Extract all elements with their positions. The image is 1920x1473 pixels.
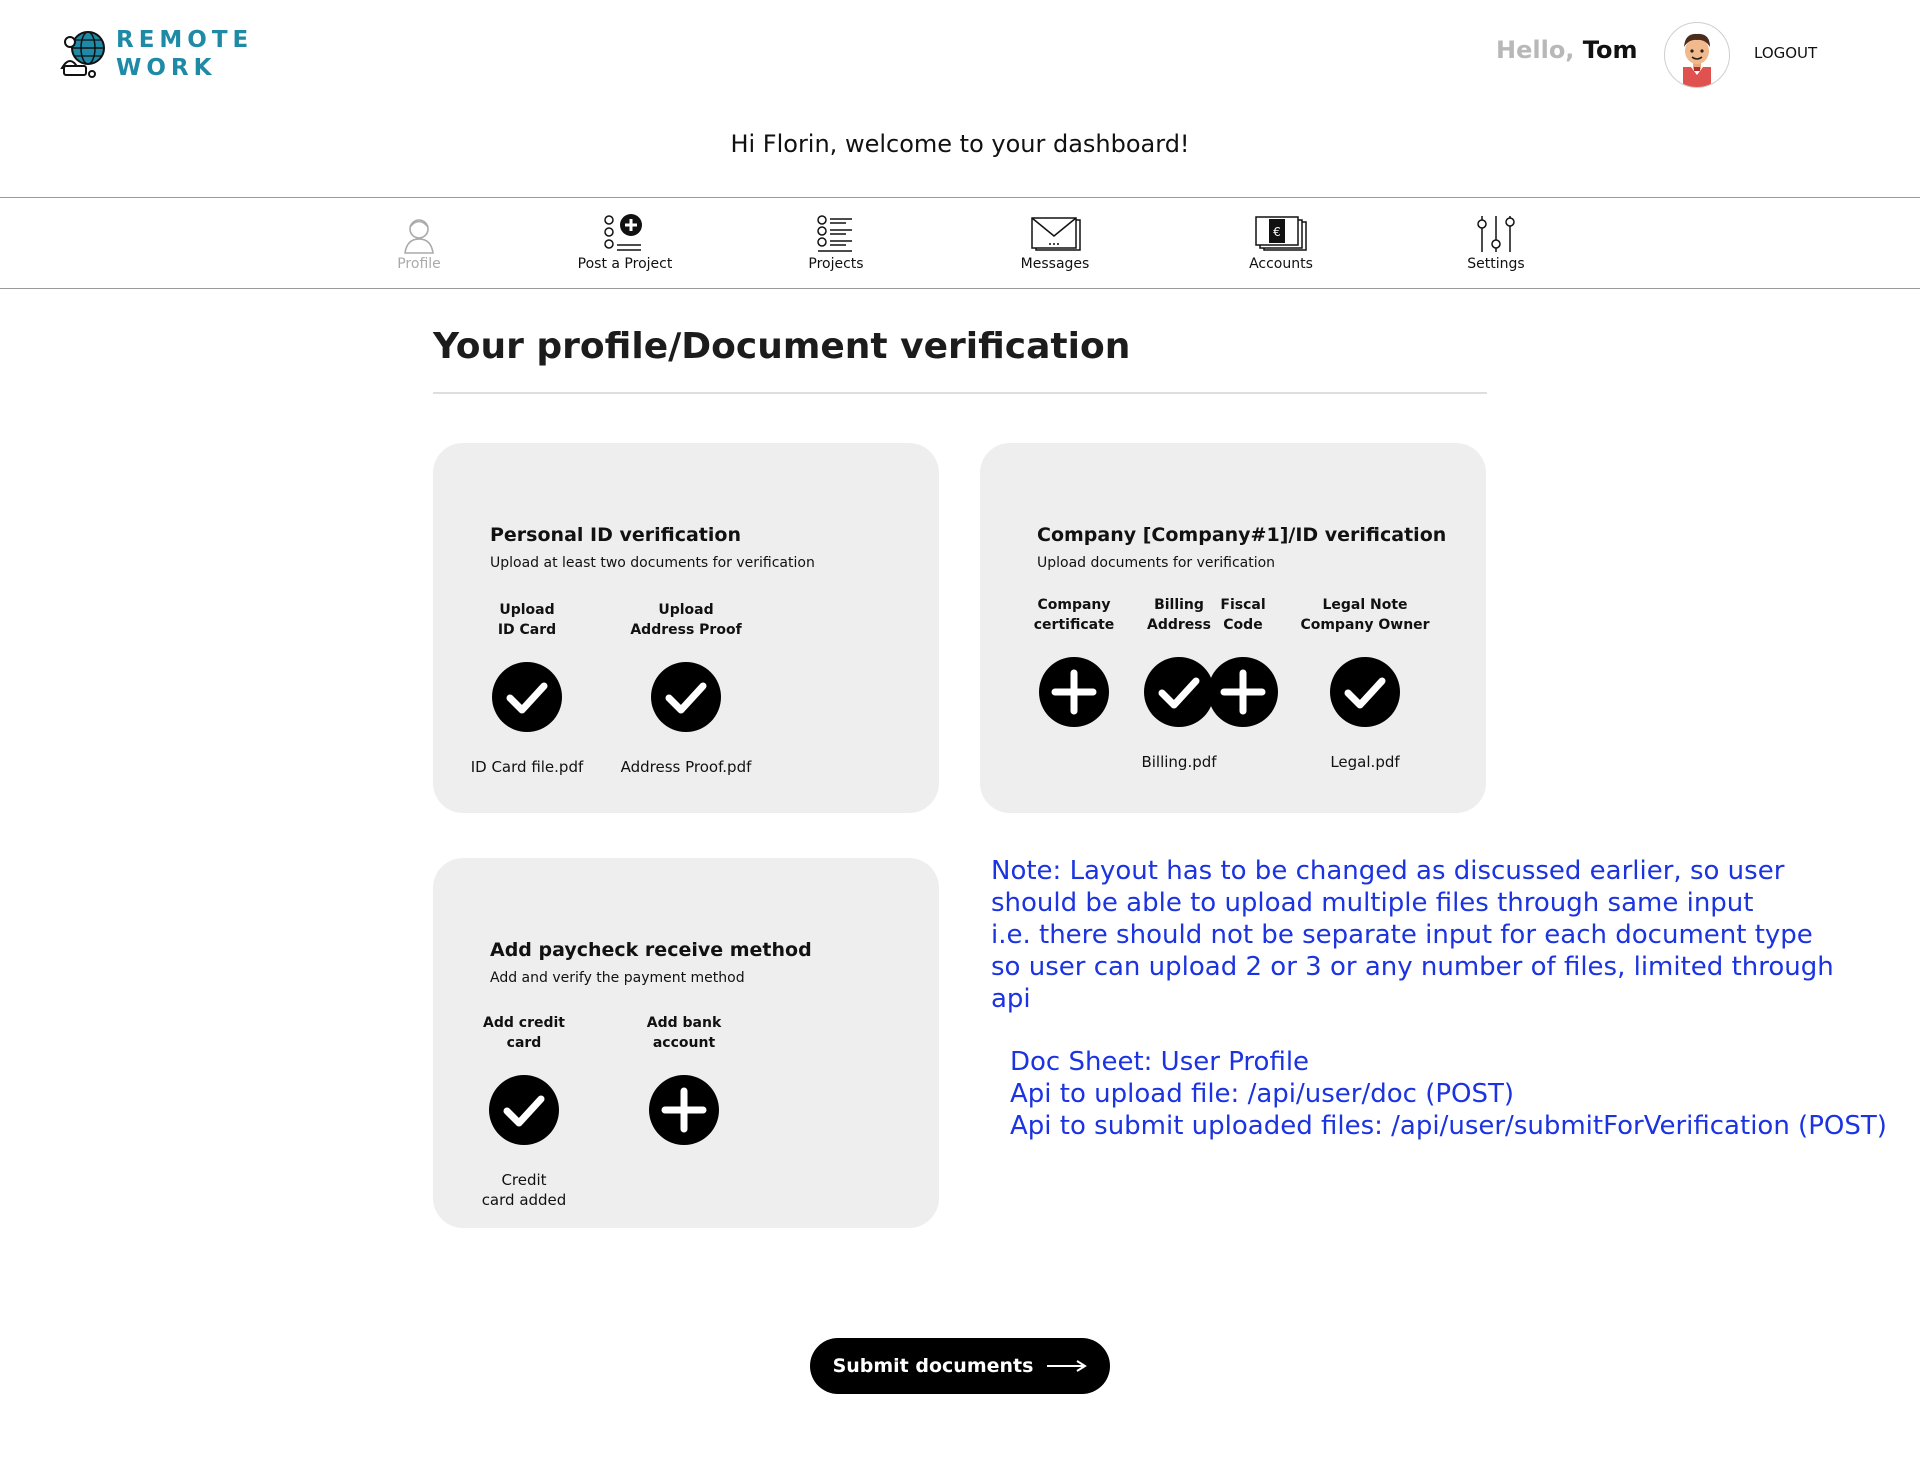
settings-icon	[1477, 216, 1515, 252]
file-name: Address Proof.pdf	[620, 758, 752, 776]
company-card-subtitle: Upload documents for verification	[1037, 555, 1276, 571]
accounts-icon: €	[1255, 216, 1307, 251]
api-line: Doc Sheet: User Profile	[1010, 1047, 1310, 1077]
globe-logo-icon	[60, 31, 105, 78]
upload-fiscal-code: Fiscal Code	[1203, 595, 1283, 772]
user-avatar-icon	[1683, 33, 1711, 87]
submit-label: Submit documents	[832, 1355, 1034, 1377]
api-line: Api to upload file: /api/user/doc (POST)	[1010, 1079, 1515, 1109]
check-circle-icon[interactable]	[1330, 657, 1400, 727]
user-name: Tom	[1582, 36, 1638, 64]
nav-label-projects: Projects	[808, 256, 864, 272]
submit-documents-button[interactable]: Submit documents	[810, 1338, 1110, 1394]
main-nav: Profile Post a Project Projects Messages…	[0, 197, 1920, 289]
add-circle-icon[interactable]	[649, 1075, 719, 1145]
personal-card-subtitle: Upload at least two documents for verifi…	[490, 555, 815, 571]
nav-messages[interactable]: Messages	[985, 214, 1125, 272]
file-name	[1203, 752, 1283, 772]
arrow-right-icon	[1047, 1360, 1088, 1372]
note-line: Note: Layout has to be changed as discus…	[991, 856, 1785, 886]
upload-label: Legal Note Company Owner	[1300, 597, 1430, 633]
paycheck-card-title: Add paycheck receive method	[490, 939, 812, 961]
upload-label: Fiscal Code	[1220, 597, 1266, 633]
nav-post-project[interactable]: Post a Project	[555, 214, 695, 272]
nav-profile[interactable]: Profile	[349, 214, 489, 272]
greeting: Hello, Tom	[1496, 36, 1637, 64]
nav-accounts[interactable]: € Accounts	[1211, 214, 1351, 272]
upload-label: Upload ID Card	[497, 602, 557, 638]
add-bank-account: Add bank account	[599, 1013, 769, 1190]
title-divider	[433, 392, 1487, 394]
nav-label-messages: Messages	[1020, 256, 1090, 272]
logout-link[interactable]: LOGOUT	[1754, 44, 1817, 62]
logo-line1: REMOTE	[116, 27, 254, 53]
svg-text:€: €	[1273, 225, 1281, 239]
upload-label: Add credit card	[483, 1015, 565, 1051]
upload-address-proof: Upload Address Proof Address Proof.pdf	[601, 600, 771, 777]
upload-legal-note: Legal Note Company Owner Legal.pdf	[1300, 595, 1430, 772]
nav-projects[interactable]: Projects	[766, 214, 906, 272]
nav-label-settings: Settings	[1467, 256, 1525, 272]
file-name: ID Card file.pdf	[470, 758, 584, 776]
personal-card-title: Personal ID verification	[490, 524, 741, 546]
note-line: so user can upload 2 or 3 or any number …	[991, 952, 1834, 982]
messages-icon	[1031, 217, 1081, 251]
profile-icon	[404, 219, 434, 254]
welcome-message: Hi Florin, welcome to your dashboard!	[730, 130, 1190, 158]
upload-id-card: Upload ID Card ID Card file.pdf	[442, 600, 612, 777]
nav-settings[interactable]: Settings	[1426, 214, 1566, 272]
api-note: Doc Sheet: User Profile Api to upload fi…	[1010, 1046, 1887, 1142]
company-id-card: Company [Company#1]/ID verification Uplo…	[980, 443, 1486, 813]
paycheck-card: Add paycheck receive method Add and veri…	[433, 858, 939, 1228]
check-circle-icon[interactable]	[492, 662, 562, 732]
paycheck-card-subtitle: Add and verify the payment method	[490, 970, 745, 986]
personal-id-card: Personal ID verification Upload at least…	[433, 443, 939, 813]
add-credit-card: Add credit card Credit card added	[439, 1013, 609, 1210]
post-project-icon	[604, 214, 642, 251]
note-line: should be able to upload multiple files …	[991, 888, 1754, 918]
add-circle-icon[interactable]	[1208, 657, 1278, 727]
file-name: Credit card added	[481, 1171, 567, 1209]
logo[interactable]: REMOTE WORK	[58, 26, 258, 82]
projects-list-icon	[817, 215, 852, 252]
avatar[interactable]	[1664, 22, 1730, 88]
note-line: api	[991, 984, 1031, 1014]
file-name	[599, 1170, 769, 1190]
logo-text: REMOTE WORK	[116, 26, 253, 82]
page-title: Your profile/Document verification	[433, 326, 1131, 367]
note-line: i.e. there should not be separate input …	[991, 920, 1813, 950]
check-circle-icon[interactable]	[489, 1075, 559, 1145]
nav-label-profile: Profile	[397, 256, 441, 272]
upload-label: Add bank account	[646, 1015, 722, 1051]
design-note: Note: Layout has to be changed as discus…	[991, 855, 1911, 1015]
upload-label: Upload Address Proof	[630, 602, 742, 638]
api-line: Api to submit uploaded files: /api/user/…	[1010, 1111, 1887, 1141]
nav-label-post-project: Post a Project	[577, 256, 673, 272]
file-name: Legal.pdf	[1330, 753, 1400, 771]
nav-label-accounts: Accounts	[1249, 256, 1313, 272]
logo-line2: WORK	[116, 55, 217, 81]
check-circle-icon[interactable]	[651, 662, 721, 732]
greeting-prefix: Hello,	[1496, 36, 1575, 64]
company-card-title: Company [Company#1]/ID verification	[1037, 524, 1447, 546]
